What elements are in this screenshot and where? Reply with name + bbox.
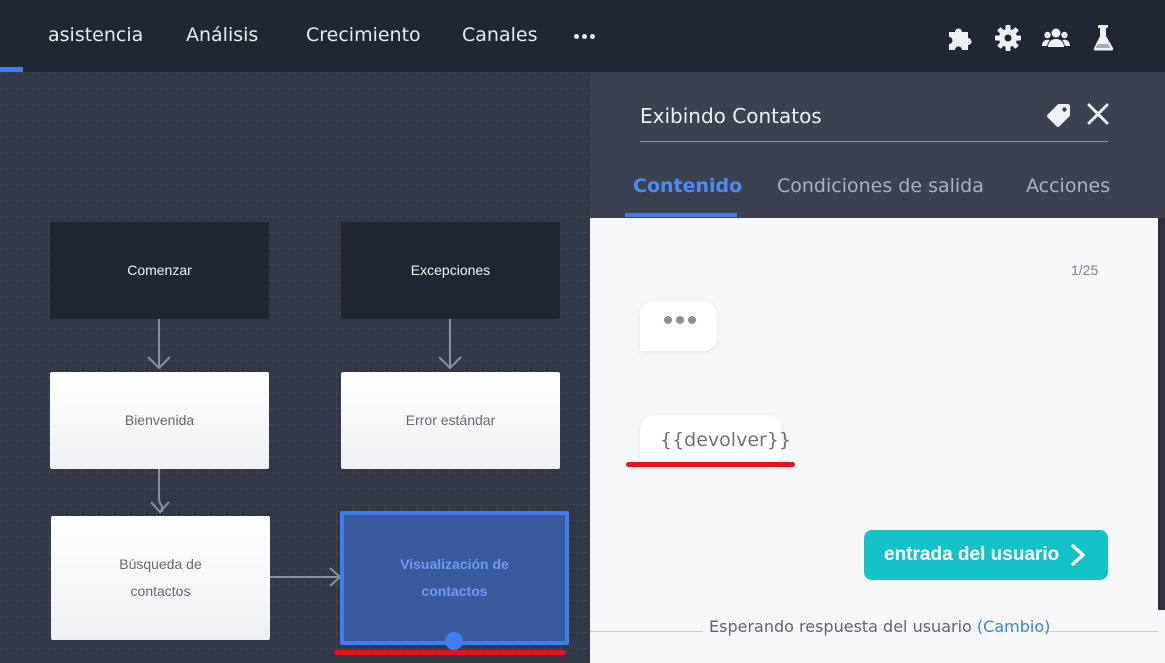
node-visualizacion-de-contactos[interactable]: Visualización de contactos [340, 511, 569, 645]
users-icon[interactable] [1041, 23, 1071, 53]
close-icon[interactable] [1087, 103, 1109, 125]
user-input-button-label: entrada del usuario [884, 544, 1060, 565]
message-variable-text: {{devolver}} [660, 429, 791, 451]
panel-title[interactable]: Exibindo Contatos [640, 104, 822, 128]
tab-acciones[interactable]: Acciones [1026, 175, 1110, 197]
highlight-underline [334, 650, 566, 655]
tab-active-indicator [625, 213, 737, 217]
gear-icon[interactable] [993, 23, 1023, 53]
footer-divider-left [590, 631, 703, 632]
node-error-estandar[interactable]: Error estándar [341, 372, 560, 469]
chevron-right-icon [1071, 544, 1085, 566]
message-counter: 1/25 [1071, 262, 1099, 278]
message-bubble[interactable]: {{devolver}} [640, 415, 791, 465]
panel-edge [1158, 218, 1165, 610]
waiting-status: Esperando respuesta del usuario (Cambio) [709, 617, 1050, 636]
node-output-handle[interactable] [445, 632, 463, 650]
typing-indicator-bubble[interactable] [640, 301, 717, 351]
change-link[interactable]: (Cambio) [977, 617, 1050, 636]
footer-divider-right [1044, 631, 1158, 632]
waiting-status-text: Esperando respuesta del usuario [709, 617, 972, 636]
tag-icon[interactable] [1046, 102, 1072, 128]
node-comenzar[interactable]: Comenzar [50, 222, 269, 319]
user-input-button[interactable]: entrada del usuario [864, 530, 1108, 580]
panel-title-divider [640, 141, 1108, 142]
flask-icon[interactable] [1089, 23, 1119, 53]
puzzle-icon[interactable] [945, 23, 975, 53]
node-busqueda-de-contactos[interactable]: Búsqueda de contactos [51, 516, 270, 640]
highlight-underline-message [626, 462, 795, 467]
tab-condiciones-de-salida[interactable]: Condiciones de salida [777, 175, 984, 197]
node-excepciones[interactable]: Excepciones [341, 222, 560, 319]
tab-contenido[interactable]: Contenido [633, 175, 742, 197]
node-bienvenida[interactable]: Bienvenida [50, 372, 269, 469]
